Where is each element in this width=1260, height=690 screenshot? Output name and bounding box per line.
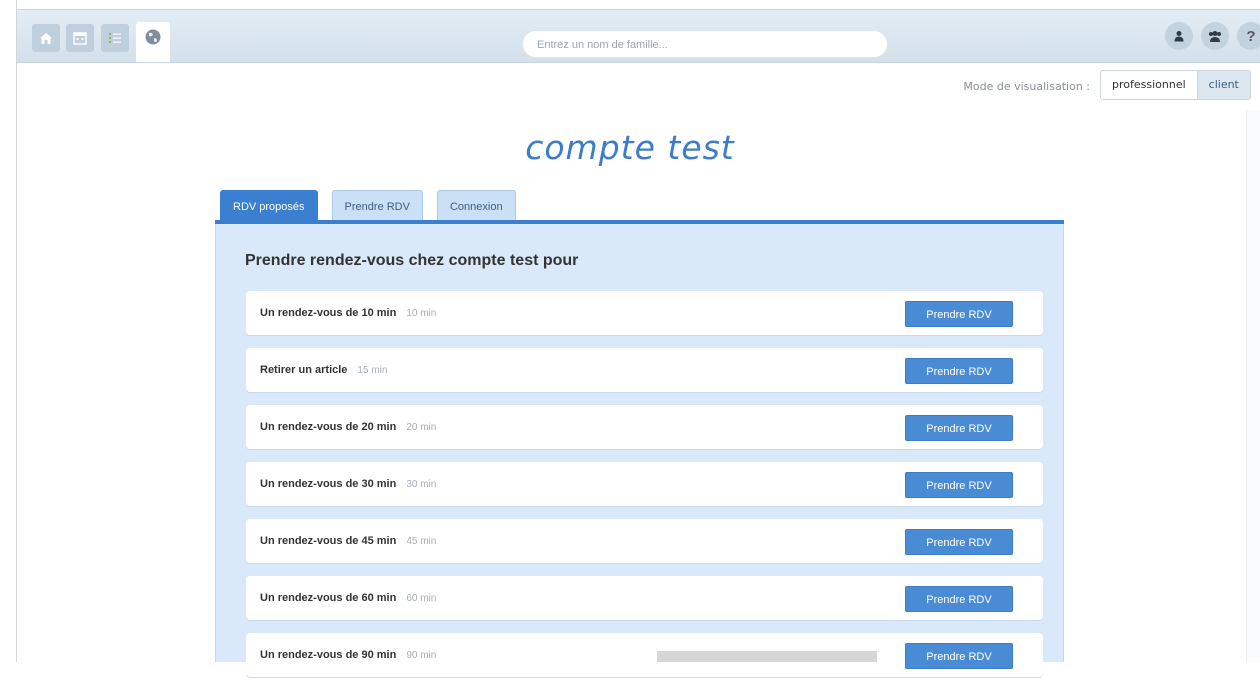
list-icon [109,33,121,43]
appointment-name: Un rendez-vous de 60 min [260,592,397,604]
nav-globe-button[interactable] [136,22,170,62]
list-item: Retirer un article 15 min Prendre RDV [246,348,1043,392]
prendre-rdv-button[interactable]: Prendre RDV [905,529,1013,555]
list-item: Un rendez-vous de 60 min 60 min Prendre R… [246,576,1043,620]
appointment-name: Un rendez-vous de 30 min [260,478,397,490]
nav-home-button[interactable] [32,24,60,52]
appointments-panel: Prendre rendez-vous chez compte test pou… [215,224,1064,677]
appointment-name: Retirer un article [260,364,348,376]
appointment-name: Un rendez-vous de 20 min [260,421,397,433]
tab-connexion[interactable]: Connexion [436,190,516,222]
tab-rdv-proposes[interactable]: RDV proposés [220,190,318,222]
user-button[interactable] [1165,22,1193,50]
view-mode-client[interactable]: client [1196,71,1250,99]
help-icon: ? [1246,27,1256,45]
search-input[interactable] [535,31,879,59]
appointment-duration: 90 min [406,650,437,661]
help-button[interactable]: ? [1237,22,1260,50]
group-icon [1209,31,1221,42]
appointment-name: Un rendez-vous de 45 min [260,535,397,547]
group-button[interactable] [1201,22,1229,50]
appointment-duration: 60 min [406,593,437,604]
appointment-list: Un rendez-vous de 10 min 10 min Prendre R… [246,291,1043,690]
top-bar: ? [17,10,1260,63]
user-icon [1174,31,1184,42]
tab-prendre-rdv[interactable]: Prendre RDV [331,190,423,222]
list-item: Un rendez-vous de 20 min 20 min Prendre R… [246,405,1043,449]
panel-heading: Prendre rendez-vous chez compte test pou… [245,252,579,269]
page-title: compte test [525,128,735,167]
scrollbar-track[interactable] [1246,110,1260,662]
page-border-left [16,0,17,662]
view-mode-professionnel[interactable]: professionnel [1101,71,1197,99]
tab-bar: RDV proposés Prendre RDV Connexion [220,190,516,222]
list-item: Un rendez-vous de 45 min 45 min Prendre R… [246,519,1043,563]
prendre-rdv-button[interactable]: Prendre RDV [905,472,1013,498]
prendre-rdv-button[interactable]: Prendre RDV [905,586,1013,612]
appointment-name: Un rendez-vous de 10 min [260,307,397,319]
home-icon [40,33,52,44]
globe-icon [145,29,161,45]
appointment-duration: 15 min [357,365,388,376]
view-mode-label: Mode de visualisation : [963,80,1090,93]
calendar-icon [73,32,87,45]
appointment-duration: 45 min [406,536,437,547]
view-mode-toggle: professionnel client [1100,70,1251,100]
status-overlay [657,651,877,662]
prendre-rdv-button[interactable]: Prendre RDV [905,415,1013,441]
appointment-duration: 10 min [406,308,437,319]
nav-list-button[interactable] [101,24,129,52]
nav-calendar-button[interactable] [66,24,94,52]
appointment-name: Un rendez-vous de 90 min [260,649,397,661]
prendre-rdv-button[interactable]: Prendre RDV [905,643,1013,669]
prendre-rdv-button[interactable]: Prendre RDV [905,358,1013,384]
list-item: Un rendez-vous de 90 min 90 min Prendre R… [246,633,1043,677]
appointment-duration: 30 min [406,479,437,490]
search-field[interactable] [522,30,888,59]
appointment-duration: 20 min [406,422,437,433]
list-item: Un rendez-vous de 10 min 10 min Prendre R… [246,291,1043,335]
list-item: Un rendez-vous de 30 min 30 min Prendre R… [246,462,1043,506]
prendre-rdv-button[interactable]: Prendre RDV [905,301,1013,327]
